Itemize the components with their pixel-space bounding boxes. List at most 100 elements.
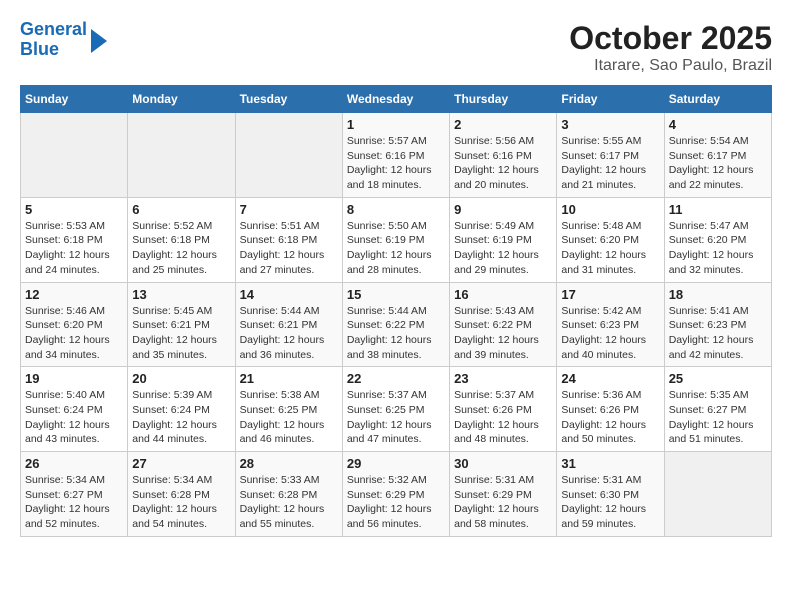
calendar-cell: 28Sunrise: 5:33 AM Sunset: 6:28 PM Dayli… [235,452,342,537]
calendar-cell: 9 Sunrise: 5:49 AM Sunset: 6:19 PM Daylig… [450,197,557,282]
calendar-week-5: 26 Sunrise: 5:34 AM Sunset: 6:27 PM Dayli… [21,452,772,537]
calendar-week-2: 5 Sunrise: 5:53 AM Sunset: 6:18 PM Daylig… [21,197,772,282]
day-info: Sunrise: 5:56 AM Sunset: 6:16 PM Dayligh… [454,134,552,193]
day-info: Sunrise: 5:34 AM Sunset: 6:28 PM Dayligh… [132,473,230,532]
calendar-cell: 1 Sunrise: 5:57 AM Sunset: 6:16 PM Daylig… [342,113,449,198]
day-info: Sunrise: 5:57 AM Sunset: 6:16 PM Dayligh… [347,134,445,193]
day-number: 27 [132,456,230,471]
day-number: 5 [25,202,123,217]
calendar-cell: 6 Sunrise: 5:52 AM Sunset: 6:18 PM Daylig… [128,197,235,282]
day-info: Sunrise: 5:45 AM Sunset: 6:21 PM Dayligh… [132,304,230,363]
logo-general: General [20,19,87,39]
weekday-thursday: Thursday [450,86,557,113]
day-number: 4 [669,117,767,132]
calendar-header: SundayMondayTuesdayWednesdayThursdayFrid… [21,86,772,113]
calendar-cell: 23 Sunrise: 5:37 AM Sunset: 6:26 PM Dayli… [450,367,557,452]
calendar-cell [128,113,235,198]
day-number: 6 [132,202,230,217]
day-number: 24 [561,371,659,386]
day-info: Sunrise: 5:54 AM Sunset: 6:17 PM Dayligh… [669,134,767,193]
day-number: 14 [240,287,338,302]
day-info: Sunrise: 5:53 AM Sunset: 6:18 PM Dayligh… [25,219,123,278]
day-number: 28 [240,456,338,471]
weekday-wednesday: Wednesday [342,86,449,113]
day-info: Sunrise: 5:49 AM Sunset: 6:19 PM Dayligh… [454,219,552,278]
day-number: 9 [454,202,552,217]
calendar-cell: 21 Sunrise: 5:38 AM Sunset: 6:25 PM Dayli… [235,367,342,452]
day-info: Sunrise: 5:40 AM Sunset: 6:24 PM Dayligh… [25,388,123,447]
calendar-cell: 31 Sunrise: 5:31 AM Sunset: 6:30 PM Dayli… [557,452,664,537]
calendar-cell [21,113,128,198]
calendar-cell: 26 Sunrise: 5:34 AM Sunset: 6:27 PM Dayli… [21,452,128,537]
day-number: 29 [347,456,445,471]
calendar-cell: 2 Sunrise: 5:56 AM Sunset: 6:16 PM Daylig… [450,113,557,198]
calendar-cell: 7 Sunrise: 5:51 AM Sunset: 6:18 PM Daylig… [235,197,342,282]
calendar-cell: 20 Sunrise: 5:39 AM Sunset: 6:24 PM Dayli… [128,367,235,452]
calendar-cell: 24Sunrise: 5:36 AM Sunset: 6:26 PM Dayli… [557,367,664,452]
logo-arrow-icon [91,29,107,53]
calendar-subtitle: Itarare, Sao Paulo, Brazil [569,57,772,75]
calendar-cell: 16Sunrise: 5:43 AM Sunset: 6:22 PM Dayli… [450,282,557,367]
day-number: 21 [240,371,338,386]
calendar-cell: 27 Sunrise: 5:34 AM Sunset: 6:28 PM Dayli… [128,452,235,537]
day-number: 16 [454,287,552,302]
day-info: Sunrise: 5:55 AM Sunset: 6:17 PM Dayligh… [561,134,659,193]
day-number: 23 [454,371,552,386]
calendar-title: October 2025 [569,20,772,57]
day-number: 17 [561,287,659,302]
day-info: Sunrise: 5:32 AM Sunset: 6:29 PM Dayligh… [347,473,445,532]
day-info: Sunrise: 5:37 AM Sunset: 6:25 PM Dayligh… [347,388,445,447]
calendar-cell: 19Sunrise: 5:40 AM Sunset: 6:24 PM Dayli… [21,367,128,452]
day-info: Sunrise: 5:39 AM Sunset: 6:24 PM Dayligh… [132,388,230,447]
day-info: Sunrise: 5:41 AM Sunset: 6:23 PM Dayligh… [669,304,767,363]
logo-text: General Blue [20,20,87,60]
day-info: Sunrise: 5:31 AM Sunset: 6:29 PM Dayligh… [454,473,552,532]
calendar-week-4: 19Sunrise: 5:40 AM Sunset: 6:24 PM Dayli… [21,367,772,452]
day-info: Sunrise: 5:42 AM Sunset: 6:23 PM Dayligh… [561,304,659,363]
day-info: Sunrise: 5:47 AM Sunset: 6:20 PM Dayligh… [669,219,767,278]
calendar-cell: 13Sunrise: 5:45 AM Sunset: 6:21 PM Dayli… [128,282,235,367]
calendar-cell [235,113,342,198]
day-number: 2 [454,117,552,132]
day-info: Sunrise: 5:51 AM Sunset: 6:18 PM Dayligh… [240,219,338,278]
day-number: 30 [454,456,552,471]
calendar-cell: 10 Sunrise: 5:48 AM Sunset: 6:20 PM Dayli… [557,197,664,282]
calendar-week-3: 12 Sunrise: 5:46 AM Sunset: 6:20 PM Dayli… [21,282,772,367]
day-number: 10 [561,202,659,217]
day-info: Sunrise: 5:38 AM Sunset: 6:25 PM Dayligh… [240,388,338,447]
weekday-monday: Monday [128,86,235,113]
day-info: Sunrise: 5:31 AM Sunset: 6:30 PM Dayligh… [561,473,659,532]
day-number: 20 [132,371,230,386]
day-number: 1 [347,117,445,132]
day-info: Sunrise: 5:52 AM Sunset: 6:18 PM Dayligh… [132,219,230,278]
day-number: 12 [25,287,123,302]
day-info: Sunrise: 5:44 AM Sunset: 6:21 PM Dayligh… [240,304,338,363]
day-info: Sunrise: 5:37 AM Sunset: 6:26 PM Dayligh… [454,388,552,447]
calendar-cell: 30 Sunrise: 5:31 AM Sunset: 6:29 PM Dayli… [450,452,557,537]
day-number: 7 [240,202,338,217]
day-number: 8 [347,202,445,217]
logo: General Blue [20,20,107,60]
day-info: Sunrise: 5:48 AM Sunset: 6:20 PM Dayligh… [561,219,659,278]
day-info: Sunrise: 5:50 AM Sunset: 6:19 PM Dayligh… [347,219,445,278]
calendar-cell: 14 Sunrise: 5:44 AM Sunset: 6:21 PM Dayli… [235,282,342,367]
day-number: 31 [561,456,659,471]
day-number: 26 [25,456,123,471]
weekday-saturday: Saturday [664,86,771,113]
logo-blue: Blue [20,39,59,59]
calendar-cell: 18Sunrise: 5:41 AM Sunset: 6:23 PM Dayli… [664,282,771,367]
day-number: 3 [561,117,659,132]
page-header: General Blue October 2025 Itarare, Sao P… [20,20,772,75]
calendar-cell: 4 Sunrise: 5:54 AM Sunset: 6:17 PM Daylig… [664,113,771,198]
day-number: 22 [347,371,445,386]
day-info: Sunrise: 5:34 AM Sunset: 6:27 PM Dayligh… [25,473,123,532]
calendar-cell [664,452,771,537]
calendar-cell: 11Sunrise: 5:47 AM Sunset: 6:20 PM Dayli… [664,197,771,282]
day-info: Sunrise: 5:46 AM Sunset: 6:20 PM Dayligh… [25,304,123,363]
calendar-cell: 22 Sunrise: 5:37 AM Sunset: 6:25 PM Dayli… [342,367,449,452]
calendar-cell: 29 Sunrise: 5:32 AM Sunset: 6:29 PM Dayli… [342,452,449,537]
day-number: 25 [669,371,767,386]
calendar-week-1: 1 Sunrise: 5:57 AM Sunset: 6:16 PM Daylig… [21,113,772,198]
title-section: October 2025 Itarare, Sao Paulo, Brazil [569,20,772,75]
weekday-header-row: SundayMondayTuesdayWednesdayThursdayFrid… [21,86,772,113]
